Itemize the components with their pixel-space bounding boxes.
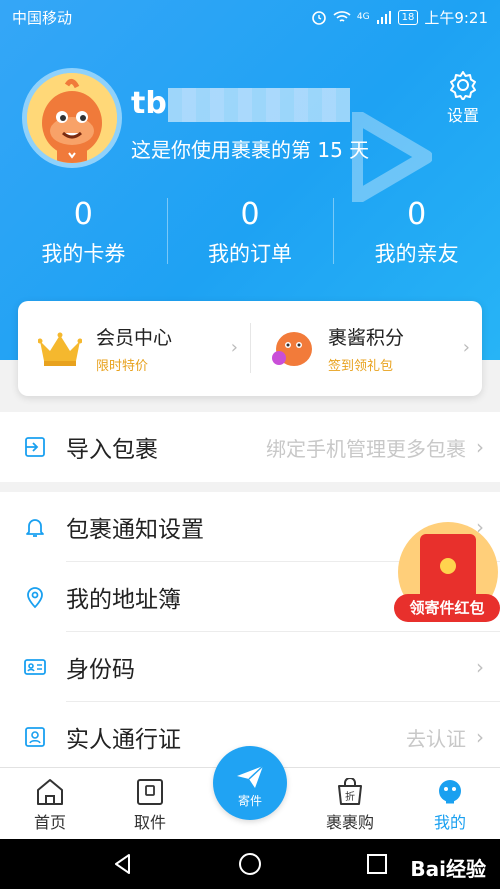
- mascot-avatar-icon: [27, 73, 117, 163]
- wifi-icon: [333, 11, 351, 22]
- location-pin-icon: [22, 584, 48, 610]
- import-icon: [22, 434, 48, 460]
- tab-shop[interactable]: 折 裹裹购: [300, 768, 400, 839]
- menu-label: 实人通行证: [66, 727, 181, 753]
- chevron-right-icon: ›: [230, 337, 238, 358]
- chevron-right-icon: ›: [476, 435, 484, 459]
- menu-label: 包裹通知设置: [66, 517, 204, 543]
- chevron-right-icon: ›: [476, 725, 484, 749]
- settings-button[interactable]: 设置: [438, 70, 488, 126]
- tab-label: 我的: [433, 813, 466, 832]
- stat-value: 0: [240, 197, 260, 232]
- membership-card: 会员中心 限时特价 › 裹酱积分 签到领礼包 ›: [18, 301, 482, 396]
- red-packet-banner[interactable]: 领寄件红包: [394, 520, 500, 630]
- member-center-subtitle: 限时特价: [96, 359, 149, 374]
- home-circle-icon[interactable]: [238, 852, 262, 876]
- pickup-box-icon: [137, 779, 163, 805]
- stat-label: 我的订单: [208, 242, 292, 266]
- avatar[interactable]: [22, 68, 122, 168]
- chevron-right-icon: ›: [476, 655, 484, 679]
- bell-icon: [22, 514, 48, 540]
- stat-coupons[interactable]: 0 我的卡券: [0, 192, 167, 272]
- tab-home[interactable]: 首页: [0, 768, 100, 839]
- baidu-watermark: Bai经验: [410, 857, 486, 881]
- person-badge-icon: [22, 724, 48, 750]
- member-center-title: 会员中心: [96, 327, 173, 349]
- tab-label: 寄件: [237, 794, 262, 808]
- battery-indicator: 18: [397, 9, 419, 25]
- menu-label: 我的地址簿: [66, 587, 181, 613]
- menu-hint: 去认证: [406, 726, 466, 751]
- stat-label: 我的亲友: [374, 242, 459, 266]
- shopping-bag-icon: 折: [338, 778, 362, 805]
- points-subtitle: 签到领礼包: [328, 359, 394, 374]
- signal-icon: [376, 11, 391, 24]
- tab-send[interactable]: 寄件: [213, 746, 287, 820]
- status-bar: 中国移动 4G 18 上午9:21: [0, 0, 500, 34]
- import-section: 导入包裹 绑定手机管理更多包裹 ›: [0, 412, 500, 482]
- gear-icon: [450, 71, 476, 100]
- recents-square-icon[interactable]: [365, 852, 389, 876]
- mascot-points-icon: [272, 331, 312, 366]
- tab-label: 取件: [133, 813, 166, 832]
- stats-row: 0 我的卡券 0 我的订单 0 我的亲友: [0, 192, 500, 272]
- stat-friends[interactable]: 0 我的亲友: [333, 192, 500, 272]
- mascot-mine-icon: [439, 780, 461, 804]
- red-envelope-icon: [420, 534, 476, 600]
- carrier-label: 中国移动: [12, 8, 73, 27]
- stat-value: 0: [407, 197, 427, 232]
- points-entry[interactable]: 裹酱积分 签到领礼包 ›: [250, 301, 482, 396]
- usage-days-text: 这是你使用裹裹的第 15 天: [131, 138, 370, 162]
- chevron-right-icon: ›: [462, 337, 470, 358]
- clock: 上午9:21: [424, 8, 488, 27]
- menu-hint: 绑定手机管理更多包裹: [266, 436, 466, 461]
- tab-mine[interactable]: 我的: [400, 768, 500, 839]
- alarm-icon: [312, 11, 326, 25]
- stat-label: 我的卡券: [41, 242, 126, 266]
- member-center-entry[interactable]: 会员中心 限时特价 ›: [18, 301, 250, 396]
- paper-plane-icon: [237, 765, 264, 788]
- network-type: 4G: [356, 12, 370, 22]
- menu-identity-code[interactable]: 身份码 ›: [0, 632, 500, 702]
- username: tb: [131, 86, 167, 121]
- tab-label: 首页: [33, 813, 66, 832]
- stat-value: 0: [73, 197, 93, 232]
- stat-orders[interactable]: 0 我的订单: [166, 192, 334, 272]
- menu-import-packages[interactable]: 导入包裹 绑定手机管理更多包裹 ›: [0, 412, 500, 482]
- settings-label: 设置: [446, 106, 479, 125]
- red-packet-label: 领寄件红包: [394, 594, 500, 622]
- tab-pickup[interactable]: 取件: [100, 768, 200, 839]
- menu-label: 导入包裹: [66, 437, 158, 463]
- crown-icon: [38, 332, 82, 366]
- shop-icon-text: 折: [345, 790, 355, 803]
- home-icon: [37, 779, 63, 805]
- back-icon[interactable]: [111, 852, 135, 876]
- id-card-icon: [22, 654, 48, 680]
- points-title: 裹酱积分: [328, 327, 405, 349]
- menu-label: 身份码: [66, 657, 135, 683]
- tab-label: 裹裹购: [325, 813, 374, 832]
- username-masked: [168, 88, 350, 122]
